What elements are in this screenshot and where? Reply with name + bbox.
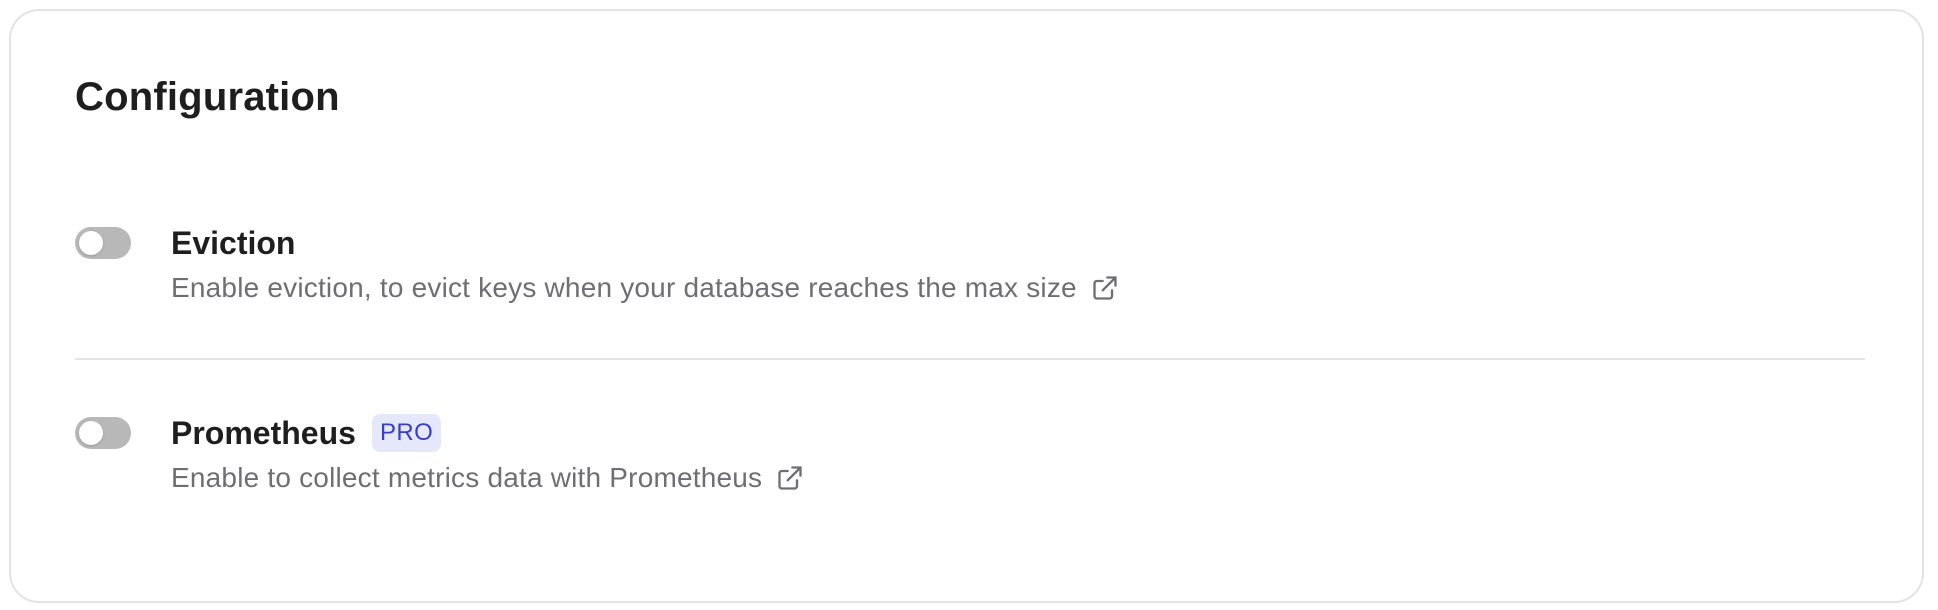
eviction-description-row: Enable eviction, to evict keys when your… <box>171 271 1119 305</box>
settings-divider <box>75 358 1865 360</box>
eviction-toggle[interactable] <box>75 227 131 259</box>
eviction-text: Eviction Enable eviction, to evict keys … <box>171 223 1119 305</box>
prometheus-toggle[interactable] <box>75 417 131 449</box>
toggle-knob <box>79 421 103 445</box>
external-link-icon[interactable] <box>776 464 804 492</box>
prometheus-title: Prometheus <box>171 415 356 451</box>
prometheus-name-row: Prometheus PRO <box>171 413 804 453</box>
toggle-knob <box>79 231 103 255</box>
prometheus-description: Enable to collect metrics data with Prom… <box>171 462 763 493</box>
configuration-card: Configuration Eviction Enable eviction, … <box>9 9 1924 603</box>
pro-badge: PRO <box>371 414 442 452</box>
prometheus-text: Prometheus PRO Enable to collect metrics… <box>171 413 804 495</box>
eviction-description: Enable eviction, to evict keys when your… <box>171 272 1077 303</box>
prometheus-description-row: Enable to collect metrics data with Prom… <box>171 461 804 495</box>
eviction-name-row: Eviction <box>171 223 1119 263</box>
card-title: Configuration <box>75 75 340 119</box>
eviction-title: Eviction <box>171 225 296 261</box>
external-link-icon[interactable] <box>1091 274 1119 302</box>
